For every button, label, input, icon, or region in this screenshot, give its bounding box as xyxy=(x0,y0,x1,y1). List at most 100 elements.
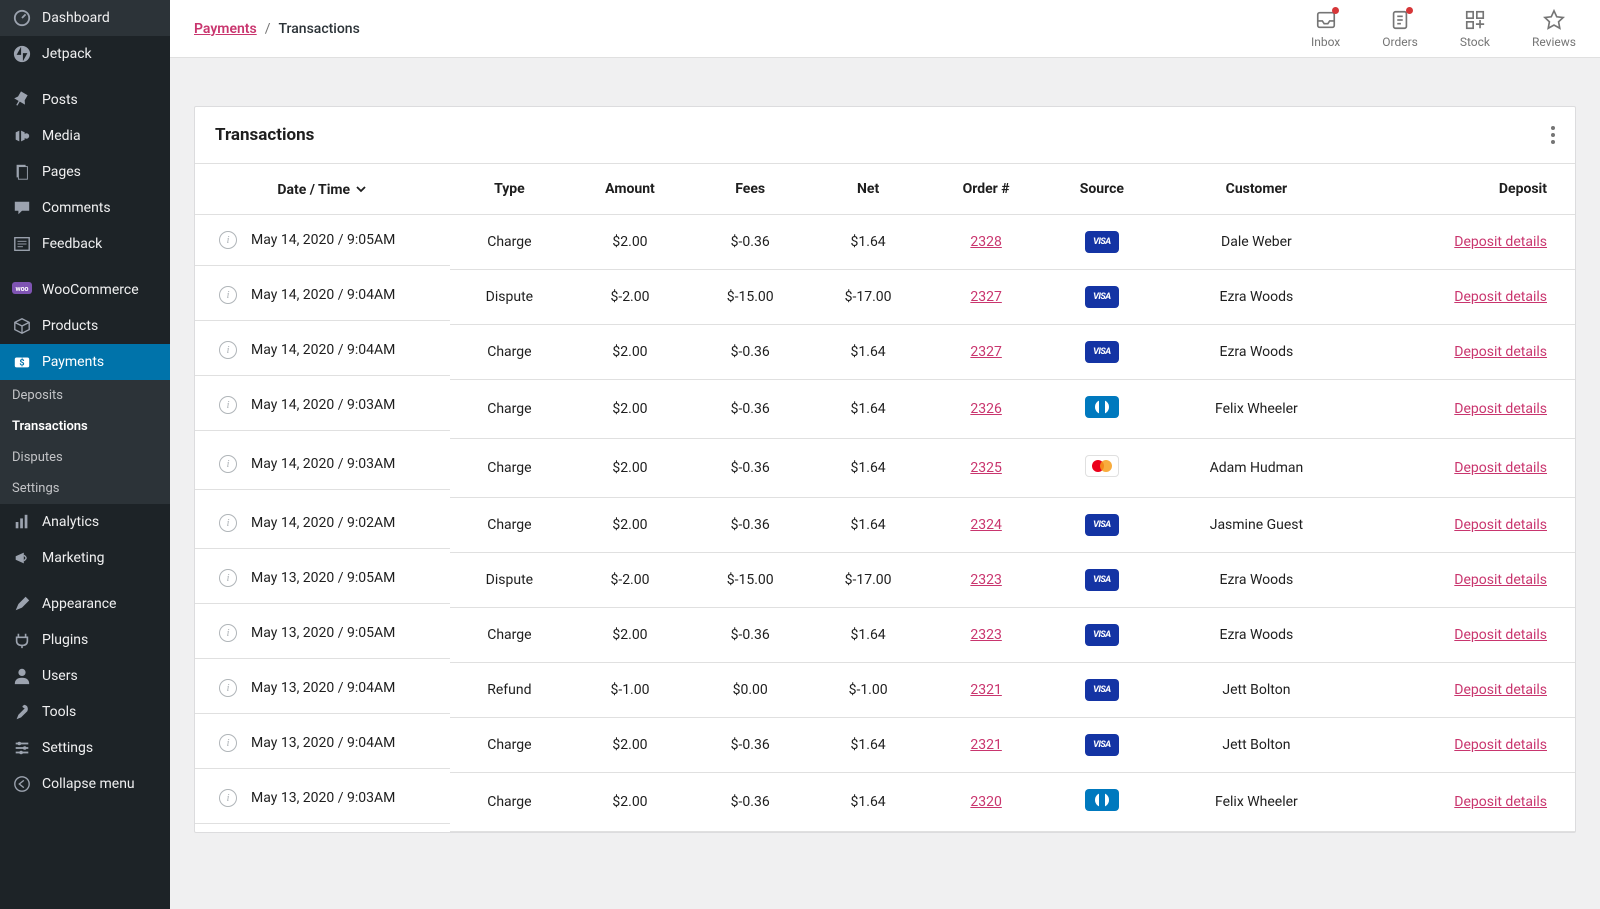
cell-deposit: Deposit details xyxy=(1354,325,1575,380)
column-header-customer[interactable]: Customer xyxy=(1159,164,1355,215)
sidebar-item-settings[interactable]: Settings xyxy=(0,730,170,766)
sidebar-item-collapse-menu[interactable]: Collapse menu xyxy=(0,766,170,802)
table-row: iMay 13, 2020 / 9:04AMRefund$-1.00$0.00$… xyxy=(195,663,1575,718)
sidebar-item-products[interactable]: Products xyxy=(0,308,170,344)
info-icon[interactable]: i xyxy=(219,514,237,532)
sidebar-subitem-transactions[interactable]: Transactions xyxy=(0,411,170,442)
breadcrumb-parent-link[interactable]: Payments xyxy=(194,21,257,37)
deposit-details-link[interactable]: Deposit details xyxy=(1454,234,1547,250)
order-link[interactable]: 2327 xyxy=(970,289,1001,305)
cell-customer: Jett Bolton xyxy=(1159,718,1355,773)
column-header-type[interactable]: Type xyxy=(450,164,569,215)
cell-amount: $2.00 xyxy=(569,718,691,773)
cell-net: $-17.00 xyxy=(809,553,927,608)
order-link[interactable]: 2323 xyxy=(970,627,1001,643)
cell-deposit: Deposit details xyxy=(1354,773,1575,832)
deposit-details-link[interactable]: Deposit details xyxy=(1454,682,1547,698)
chevron-down-icon xyxy=(354,182,368,196)
column-header-date-time[interactable]: Date / Time xyxy=(195,164,450,215)
info-icon[interactable]: i xyxy=(219,231,237,249)
sidebar-item-dashboard[interactable]: Dashboard xyxy=(0,0,170,36)
cell-order: 2323 xyxy=(927,553,1045,608)
info-icon[interactable]: i xyxy=(219,679,237,697)
order-link[interactable]: 2320 xyxy=(970,794,1001,810)
topaction-stock[interactable]: Stock xyxy=(1460,9,1490,49)
deposit-details-link[interactable]: Deposit details xyxy=(1454,517,1547,533)
cell-deposit: Deposit details xyxy=(1354,380,1575,439)
visa-card-icon xyxy=(1085,734,1119,756)
deposit-details-link[interactable]: Deposit details xyxy=(1454,344,1547,360)
info-icon[interactable]: i xyxy=(219,624,237,642)
order-link[interactable]: 2321 xyxy=(970,737,1001,753)
sidebar-item-pages[interactable]: Pages xyxy=(0,154,170,190)
sidebar-item-label: Payments xyxy=(42,354,104,370)
deposit-details-link[interactable]: Deposit details xyxy=(1454,460,1547,476)
card-more-button[interactable] xyxy=(1551,126,1555,144)
sidebar-item-media[interactable]: Media xyxy=(0,118,170,154)
column-header-order-[interactable]: Order # xyxy=(927,164,1045,215)
sidebar-item-label: Marketing xyxy=(42,550,105,566)
deposit-details-link[interactable]: Deposit details xyxy=(1454,289,1547,305)
column-header-net[interactable]: Net xyxy=(809,164,927,215)
breadcrumb-current: Transactions xyxy=(278,21,359,37)
sidebar-item-label: Users xyxy=(42,668,78,684)
sidebar-item-users[interactable]: Users xyxy=(0,658,170,694)
column-header-deposit[interactable]: Deposit xyxy=(1354,164,1575,215)
sidebar-item-appearance[interactable]: Appearance xyxy=(0,586,170,622)
column-header-amount[interactable]: Amount xyxy=(569,164,691,215)
deposit-details-link[interactable]: Deposit details xyxy=(1454,627,1547,643)
order-link[interactable]: 2326 xyxy=(970,401,1001,417)
deposit-details-link[interactable]: Deposit details xyxy=(1454,794,1547,810)
order-link[interactable]: 2327 xyxy=(970,344,1001,360)
cell-source xyxy=(1045,215,1158,270)
deposit-details-link[interactable]: Deposit details xyxy=(1454,572,1547,588)
info-icon[interactable]: i xyxy=(219,789,237,807)
table-row: iMay 13, 2020 / 9:03AMCharge$2.00$-0.36$… xyxy=(195,773,1575,832)
order-link[interactable]: 2324 xyxy=(970,517,1001,533)
order-link[interactable]: 2325 xyxy=(970,460,1001,476)
sidebar-subitem-deposits[interactable]: Deposits xyxy=(0,380,170,411)
info-icon[interactable]: i xyxy=(219,286,237,304)
topaction-reviews[interactable]: Reviews xyxy=(1532,9,1576,49)
order-link[interactable]: 2323 xyxy=(970,572,1001,588)
order-link[interactable]: 2328 xyxy=(970,234,1001,250)
sidebar-item-comments[interactable]: Comments xyxy=(0,190,170,226)
order-link[interactable]: 2321 xyxy=(970,682,1001,698)
deposit-details-link[interactable]: Deposit details xyxy=(1454,737,1547,753)
topaction-inbox[interactable]: Inbox xyxy=(1311,9,1340,49)
sidebar-item-marketing[interactable]: Marketing xyxy=(0,540,170,576)
sidebar-item-posts[interactable]: Posts xyxy=(0,82,170,118)
sidebar-subitem-disputes[interactable]: Disputes xyxy=(0,442,170,473)
info-icon[interactable]: i xyxy=(219,396,237,414)
cell-datetime: iMay 14, 2020 / 9:03AM xyxy=(195,439,450,490)
cell-fees: $-15.00 xyxy=(691,270,809,325)
info-icon[interactable]: i xyxy=(219,569,237,587)
info-icon[interactable]: i xyxy=(219,341,237,359)
sidebar-item-woocommerce[interactable]: wooWooCommerce xyxy=(0,272,170,308)
sidebar-item-tools[interactable]: Tools xyxy=(0,694,170,730)
table-row: iMay 14, 2020 / 9:04AMDispute$-2.00$-15.… xyxy=(195,270,1575,325)
cell-amount: $-2.00 xyxy=(569,553,691,608)
table-row: iMay 14, 2020 / 9:03AMCharge$2.00$-0.36$… xyxy=(195,380,1575,439)
datetime-text: May 13, 2020 / 9:04AM xyxy=(251,680,395,696)
column-header-source[interactable]: Source xyxy=(1045,164,1158,215)
sidebar-item-feedback[interactable]: Feedback xyxy=(0,226,170,262)
sidebar-item-plugins[interactable]: Plugins xyxy=(0,622,170,658)
cell-order: 2324 xyxy=(927,498,1045,553)
cell-source xyxy=(1045,325,1158,380)
info-icon[interactable]: i xyxy=(219,455,237,473)
inbox-icon xyxy=(1315,9,1337,31)
feedback-icon xyxy=(12,234,32,254)
datetime-text: May 13, 2020 / 9:03AM xyxy=(251,790,395,806)
cell-datetime: iMay 13, 2020 / 9:04AM xyxy=(195,718,450,769)
sidebar-item-label: Collapse menu xyxy=(42,776,135,792)
info-icon[interactable]: i xyxy=(219,734,237,752)
deposit-details-link[interactable]: Deposit details xyxy=(1454,401,1547,417)
sidebar-item-analytics[interactable]: Analytics xyxy=(0,504,170,540)
datetime-text: May 14, 2020 / 9:04AM xyxy=(251,342,395,358)
sidebar-subitem-settings[interactable]: Settings xyxy=(0,473,170,504)
sidebar-item-payments[interactable]: $Payments xyxy=(0,344,170,380)
sidebar-item-jetpack[interactable]: Jetpack xyxy=(0,36,170,72)
topaction-orders[interactable]: Orders xyxy=(1382,9,1418,49)
column-header-fees[interactable]: Fees xyxy=(691,164,809,215)
